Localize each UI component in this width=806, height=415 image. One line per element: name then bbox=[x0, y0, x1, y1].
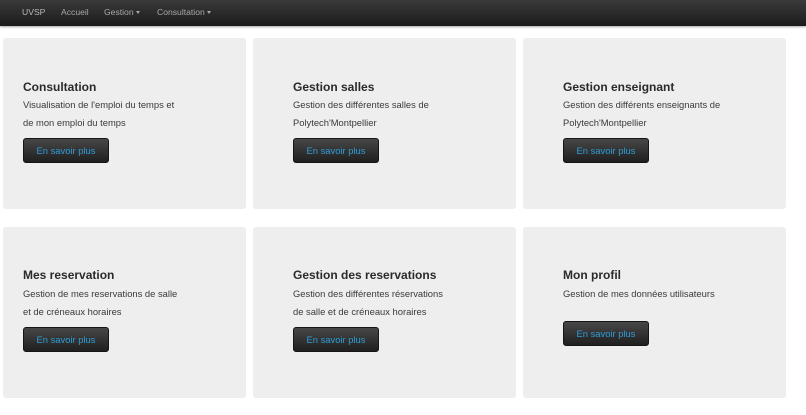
card-description: Visualisation de l'emploi du temps et de… bbox=[23, 99, 175, 128]
brand-link[interactable]: UVSP bbox=[22, 7, 45, 17]
nav-item-label: Gestion bbox=[104, 7, 134, 17]
en-savoir-plus-button[interactable]: En savoir plus bbox=[293, 138, 379, 163]
card-description: Gestion de mes reservations de salle et … bbox=[23, 288, 178, 317]
card-title: Gestion salles bbox=[293, 80, 375, 94]
nav-item-gestion[interactable]: Gestion bbox=[104, 7, 140, 17]
top-navbar: UVSP Accueil Gestion Consultation bbox=[0, 0, 806, 26]
card-mes-reservation: Mes reservation Gestion de mes reservati… bbox=[3, 227, 246, 398]
en-savoir-plus-button[interactable]: En savoir plus bbox=[293, 327, 379, 352]
card-consultation: Consultation Visualisation de l'emploi d… bbox=[3, 38, 246, 209]
card-title: Mon profil bbox=[563, 268, 621, 282]
nav-item-label: Accueil bbox=[61, 7, 89, 17]
card-description: Gestion des différentes salles de Polyte… bbox=[293, 99, 429, 128]
card-title: Gestion des reservations bbox=[293, 268, 437, 282]
en-savoir-plus-button[interactable]: En savoir plus bbox=[563, 321, 649, 346]
card-mon-profil: Mon profil Gestion de mes données utilis… bbox=[523, 227, 786, 398]
caret-down-icon bbox=[206, 11, 211, 14]
en-savoir-plus-button[interactable]: En savoir plus bbox=[23, 138, 109, 163]
card-description: Gestion de mes données utilisateurs bbox=[563, 288, 715, 299]
card-title: Gestion enseignant bbox=[563, 80, 675, 94]
card-description: Gestion des différentes réservations de … bbox=[293, 288, 443, 317]
card-title: Mes reservation bbox=[23, 268, 115, 282]
card-gestion-reservations: Gestion des reservations Gestion des dif… bbox=[253, 227, 516, 398]
nav-item-label: Consultation bbox=[157, 7, 205, 17]
en-savoir-plus-button[interactable]: En savoir plus bbox=[23, 327, 109, 352]
card-gestion-enseignant: Gestion enseignant Gestion des différent… bbox=[523, 38, 786, 209]
caret-down-icon bbox=[135, 11, 140, 14]
card-description: Gestion des différents enseignants de Po… bbox=[563, 99, 721, 128]
card-title: Consultation bbox=[23, 80, 97, 94]
en-savoir-plus-button[interactable]: En savoir plus bbox=[563, 138, 649, 163]
nav-item-consultation[interactable]: Consultation bbox=[157, 7, 211, 17]
nav-item-accueil[interactable]: Accueil bbox=[61, 7, 89, 17]
card-gestion-salles: Gestion salles Gestion des différentes s… bbox=[253, 38, 516, 209]
